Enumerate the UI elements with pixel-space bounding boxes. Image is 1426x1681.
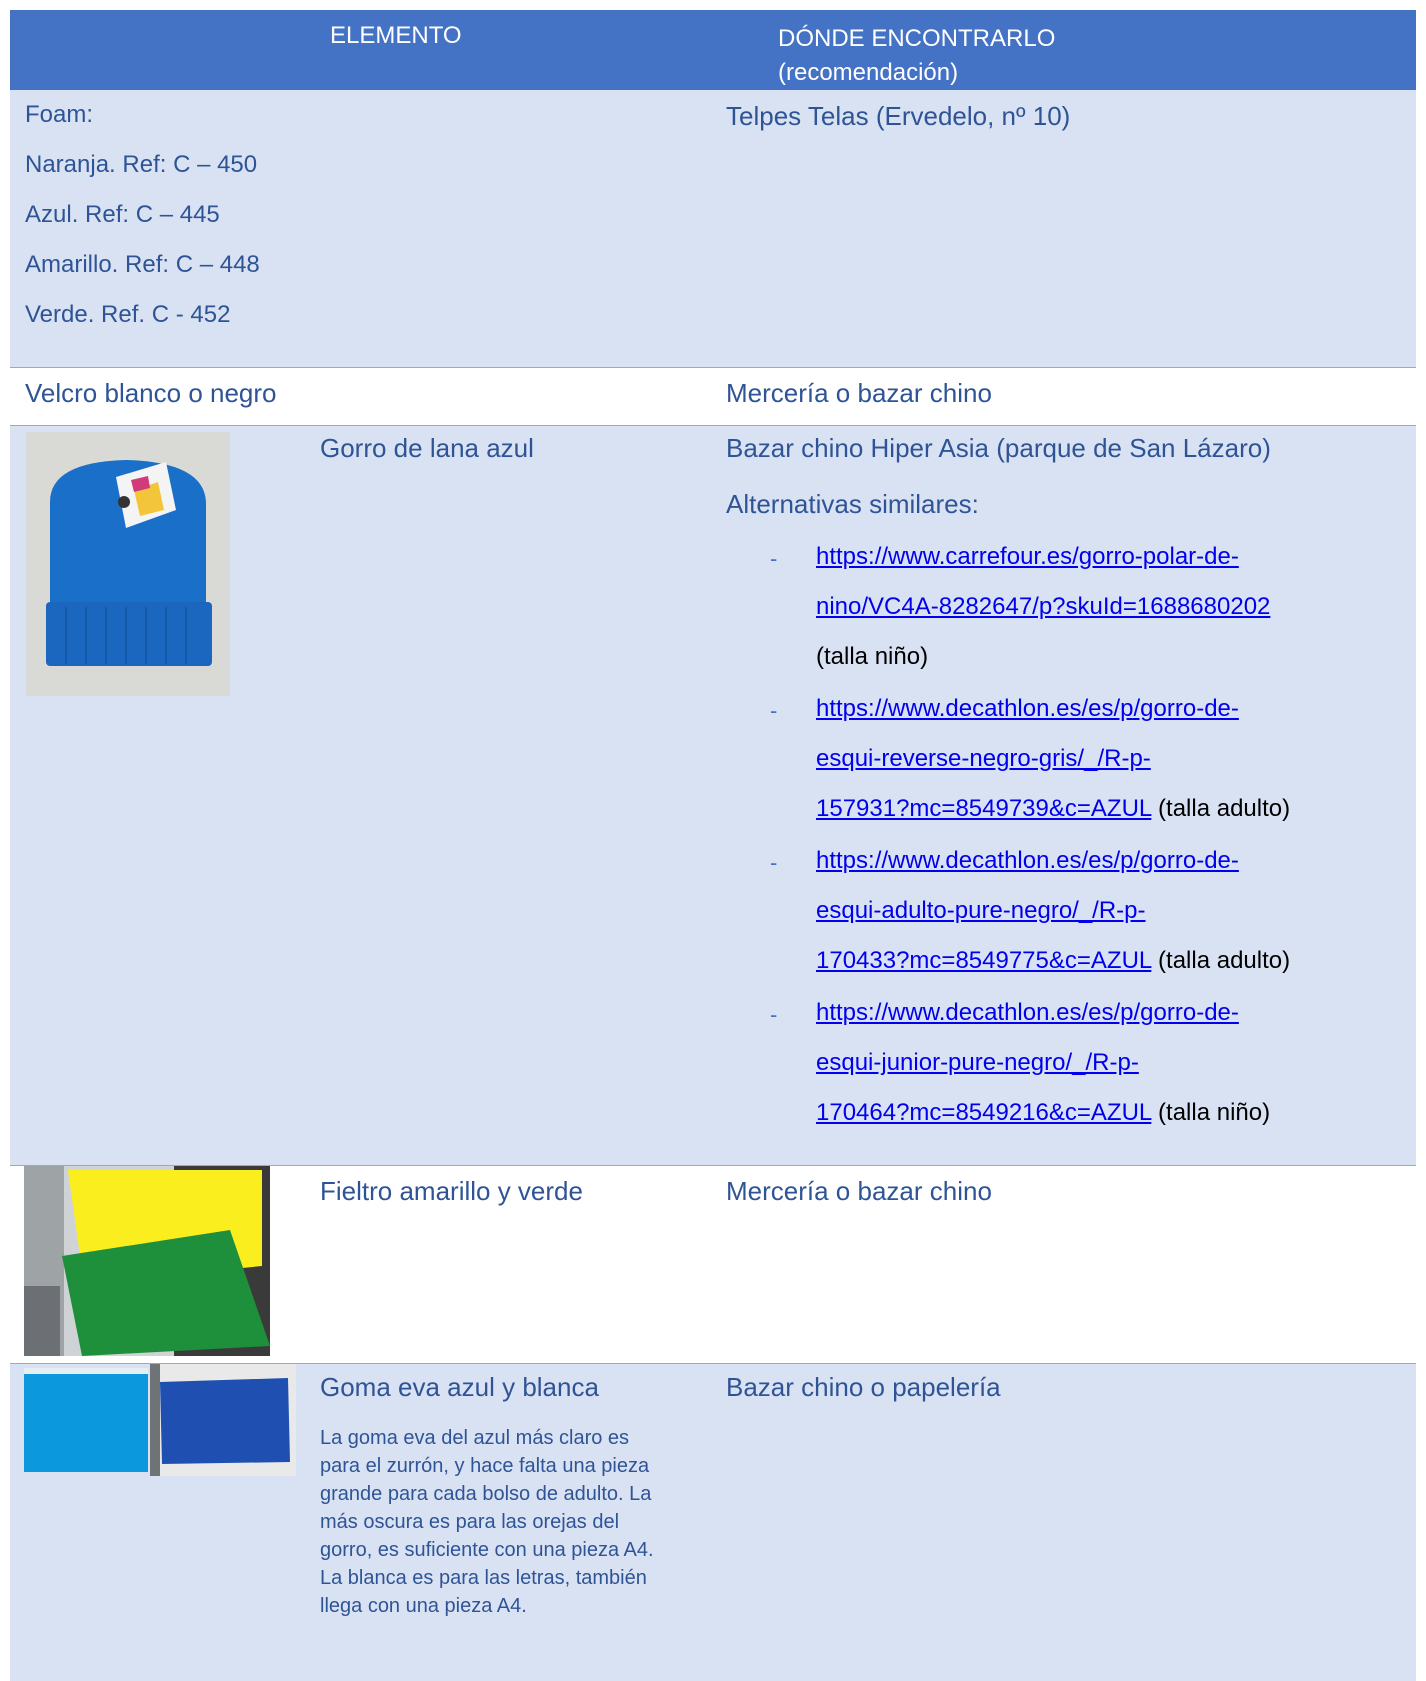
- gorro-photo: [26, 432, 230, 696]
- link-line[interactable]: esqui-adulto-pure-negro/_/R-p-: [816, 897, 1146, 924]
- link-line[interactable]: 170433?mc=8549775&c=AZUL: [816, 947, 1151, 974]
- link-decathlon-2-cont[interactable]: esqui-adulto-pure-negro/_/R-p-: [816, 897, 1146, 925]
- foam-item: Amarillo. Ref: C – 448: [25, 251, 260, 278]
- light-blue-foam-icon: [24, 1368, 148, 1472]
- link-decathlon-3-cont[interactable]: esqui-junior-pure-negro/_/R-p-: [816, 1049, 1139, 1077]
- goma-desc-line: La blanca es para las letras, también: [320, 1567, 647, 1589]
- goma-desc-line: grande para cada bolso de adulto. La: [320, 1483, 652, 1505]
- link-carrefour-cont[interactable]: nino/VC4A-8282647/p?skuId=1688680202: [816, 593, 1270, 621]
- goma-name: Goma eva azul y blanca: [320, 1372, 599, 1402]
- goma-desc-line: llega con una pieza A4.: [320, 1595, 527, 1617]
- foam-item: Azul. Ref: C – 445: [25, 201, 220, 228]
- link-decathlon-2[interactable]: https://www.decathlon.es/es/p/gorro-de-: [816, 847, 1239, 875]
- link-note: (talla niño): [816, 643, 929, 670]
- link-decathlon-1-end[interactable]: 157931?mc=8549739&c=AZUL (talla adulto): [816, 795, 1290, 823]
- velcro-name: Velcro blanco o negro: [25, 378, 277, 408]
- foam-title: Foam:: [25, 101, 94, 128]
- link-carrefour[interactable]: https://www.carrefour.es/gorro-polar-de-: [816, 543, 1239, 571]
- materials-table: ELEMENTO DÓNDE ENCONTRARLO (recomendació…: [10, 10, 1416, 1681]
- link-decathlon-1[interactable]: https://www.decathlon.es/es/p/gorro-de-: [816, 695, 1239, 723]
- link-line[interactable]: https://www.decathlon.es/es/p/gorro-de-: [816, 847, 1239, 874]
- link-decathlon-1-cont[interactable]: esqui-reverse-negro-gris/_/R-p-: [816, 745, 1151, 773]
- table-row-foam: Foam: Naranja. Ref: C – 450 Azul. Ref: C…: [10, 90, 1416, 368]
- list-bullet: -: [770, 850, 778, 875]
- header-donde-line2: (recomendación): [778, 59, 959, 86]
- table-row-goma: Goma eva azul y blanca Bazar chino o pap…: [10, 1364, 1416, 1681]
- table-header: ELEMENTO DÓNDE ENCONTRARLO (recomendació…: [10, 10, 1416, 90]
- goma-light-photo: [24, 1368, 148, 1472]
- felt-sheets-icon: [24, 1166, 270, 1356]
- link-note: (talla adulto): [1158, 947, 1291, 974]
- link-line[interactable]: esqui-reverse-negro-gris/_/R-p-: [816, 745, 1151, 772]
- link-line[interactable]: nino/VC4A-8282647/p?skuId=1688680202: [816, 593, 1270, 620]
- goma-desc-line: más oscura es para las orejas del: [320, 1511, 620, 1533]
- list-bullet: -: [770, 546, 778, 571]
- goma-description: La goma eva del azul más claro es para e…: [320, 1424, 720, 1620]
- link-line[interactable]: https://www.decathlon.es/es/p/gorro-de-: [816, 999, 1239, 1026]
- foam-item: Verde. Ref. C - 452: [25, 301, 231, 328]
- header-elemento: ELEMENTO: [330, 22, 462, 49]
- fieltro-photo: [24, 1166, 270, 1356]
- table-row-gorro: Gorro de lana azul Bazar chino Hiper Asi…: [10, 426, 1416, 1166]
- link-line[interactable]: https://www.carrefour.es/gorro-polar-de-: [816, 543, 1239, 571]
- foam-item: Naranja. Ref: C – 450: [25, 151, 258, 178]
- goma-where: Bazar chino o papelería: [726, 1372, 1001, 1402]
- link-decathlon-2-end[interactable]: 170433?mc=8549775&c=AZUL (talla adulto): [816, 947, 1290, 975]
- fieltro-name: Fieltro amarillo y verde: [320, 1176, 583, 1206]
- velcro-where: Mercería o bazar chino: [726, 378, 992, 408]
- link-line[interactable]: 170464?mc=8549216&c=AZUL: [816, 1099, 1151, 1126]
- link-decathlon-3-end[interactable]: 170464?mc=8549216&c=AZUL (talla niño): [816, 1099, 1270, 1127]
- goma-desc-line: para el zurrón, y hace falta una pieza: [320, 1455, 650, 1477]
- gorro-where: Bazar chino Hiper Asia (parque de San Lá…: [726, 433, 1271, 463]
- foam-where: Telpes Telas (Ervedelo, nº 10): [726, 101, 1071, 131]
- table-row-velcro: Velcro blanco o negro Mercería o bazar c…: [10, 368, 1416, 426]
- header-donde: DÓNDE ENCONTRARLO (recomendación): [778, 22, 1055, 90]
- link-note: (talla niño): [1158, 1099, 1271, 1126]
- link-line[interactable]: esqui-junior-pure-negro/_/R-p-: [816, 1049, 1139, 1076]
- list-bullet: -: [770, 1002, 778, 1027]
- fieltro-where: Mercería o bazar chino: [726, 1176, 992, 1206]
- blue-beanie-icon: [26, 432, 230, 696]
- link-decathlon-3[interactable]: https://www.decathlon.es/es/p/gorro-de-: [816, 999, 1239, 1027]
- header-donde-line1: DÓNDE ENCONTRARLO: [778, 25, 1056, 52]
- link-line[interactable]: https://www.decathlon.es/es/p/gorro-de-: [816, 695, 1239, 722]
- gorro-alt-label: Alternativas similares:: [726, 489, 979, 519]
- goma-desc-line: gorro, es suficiente con una pieza A4.: [320, 1539, 654, 1561]
- gorro-name: Gorro de lana azul: [320, 433, 534, 463]
- goma-dark-photo: [150, 1364, 296, 1476]
- list-bullet: -: [770, 698, 778, 723]
- table-row-fieltro: Fieltro amarillo y verde Mercería o baza…: [10, 1166, 1416, 1364]
- link-line[interactable]: 157931?mc=8549739&c=AZUL: [816, 795, 1151, 822]
- link-note: (talla adulto): [1158, 795, 1291, 822]
- goma-desc-line: La goma eva del azul más claro es: [320, 1427, 630, 1449]
- dark-blue-foam-icon: [150, 1364, 296, 1476]
